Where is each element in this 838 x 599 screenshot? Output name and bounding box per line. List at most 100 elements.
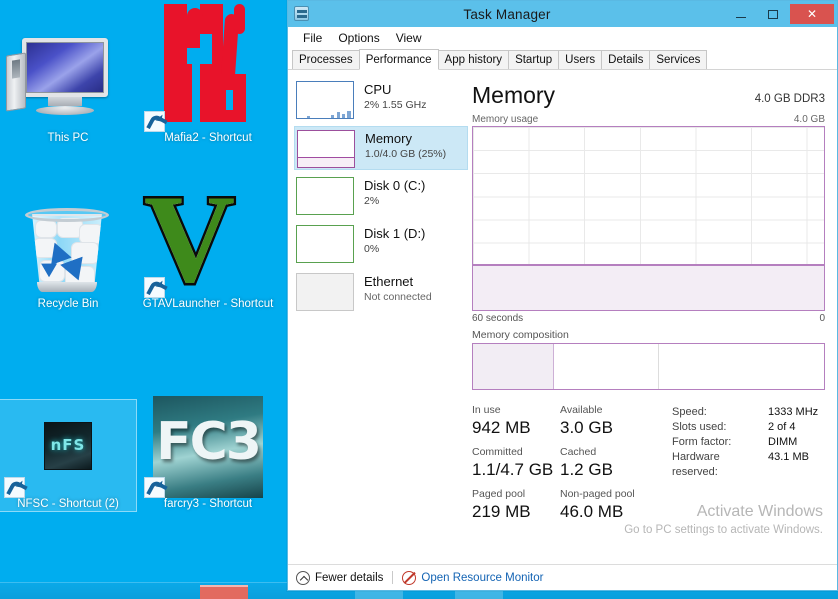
stat-label: Cached — [560, 446, 597, 458]
menu-bar[interactable]: File Options View — [288, 27, 837, 49]
desktop-icon-farcry3[interactable]: FC3 farcry3 - Shortcut — [140, 396, 276, 511]
minimize-button[interactable] — [726, 4, 756, 24]
maximize-button[interactable] — [758, 4, 788, 24]
tab-processes[interactable]: Processes — [292, 50, 360, 69]
memory-thumbnail-graph — [297, 130, 355, 168]
stat-available: Available 3.0 GB — [560, 403, 648, 438]
shortcut-arrow-icon — [144, 277, 165, 298]
sidebar-item-title: Memory — [365, 131, 412, 146]
stat-in-use: In use 942 MB — [472, 403, 560, 438]
tab-details[interactable]: Details — [601, 50, 651, 69]
sidebar-item-title: Ethernet — [364, 274, 414, 289]
fewer-details-label: Fewer details — [315, 571, 384, 584]
graph-time-label: 60 seconds — [472, 313, 524, 324]
status-bar: Fewer details Open Resource Monitor — [288, 564, 837, 590]
sidebar-item-title: Disk 1 (D:) — [364, 226, 426, 241]
memory-total-spec: 4.0 GB DDR3 — [754, 93, 825, 105]
sidebar-item-sub: 2% — [364, 195, 380, 207]
title-bar[interactable]: Task Manager ✕ — [288, 1, 837, 27]
shortcut-arrow-icon — [4, 477, 25, 498]
taskbar-button[interactable] — [200, 585, 248, 599]
mafia2-logo-icon — [140, 4, 276, 132]
shortcut-arrow-icon — [144, 477, 165, 498]
sidebar-item-disk-1[interactable]: Disk 1 (D:) 0% — [294, 222, 468, 266]
stat-value: 1.2 GB — [560, 460, 613, 479]
stat-label: Non-paged pool — [560, 488, 635, 500]
graph-max-label: 4.0 GB — [793, 114, 825, 125]
desktop-icon-gtavlauncher[interactable]: V GTAVLauncher - Shortcut — [140, 170, 276, 311]
nfs-logo-icon: nFS — [0, 400, 136, 498]
open-resource-monitor-link[interactable]: Open Resource Monitor — [402, 570, 543, 585]
close-button[interactable]: ✕ — [790, 4, 834, 24]
sidebar-item-disk-0[interactable]: Disk 0 (C:) 2% — [294, 174, 468, 218]
composition-segment-free — [659, 344, 824, 389]
sidebar-item-cpu[interactable]: CPU 2% 1.55 GHz — [294, 78, 468, 122]
spec-hardware-reserved: Hardware reserved: 43.1 MB — [672, 451, 809, 478]
task-manager-icon — [294, 6, 309, 21]
sidebar-item-title: CPU — [364, 82, 392, 97]
tab-startup[interactable]: Startup — [508, 50, 560, 69]
recycle-bin-icon — [0, 200, 136, 298]
desktop-icon-label: Recycle Bin — [37, 298, 99, 310]
tab-performance[interactable]: Performance — [358, 49, 439, 70]
memory-hardware-specs: Speed: 1333 MHz Slots used: 2 of 4 Form … — [672, 403, 818, 529]
desktop-icon-label: Mafia2 - Shortcut — [164, 132, 252, 144]
page-title: Memory — [472, 82, 556, 108]
desktop-icon-nfsc[interactable]: nFS NFSC - Shortcut (2) — [0, 399, 137, 512]
stat-paged-pool: Paged pool 219 MB — [472, 487, 560, 522]
desktop-icon-recycle-bin[interactable]: Recycle Bin — [0, 200, 136, 311]
sidebar-item-sub: 2% 1.55 GHz — [364, 99, 427, 111]
memory-composition-bar[interactable] — [472, 343, 825, 390]
memory-statistics: In use 942 MB Available 3.0 GB Committed… — [472, 403, 825, 529]
menu-item-file[interactable]: File — [295, 31, 330, 45]
sidebar-item-title: Disk 0 (C:) — [364, 178, 426, 193]
composition-label: Memory composition — [472, 329, 569, 341]
stat-label: Committed — [472, 446, 523, 458]
graph-axis-bottom: 60 seconds 0 — [472, 313, 825, 324]
resource-list[interactable]: CPU 2% 1.55 GHz Memory 1.0/4.0 GB (25%) … — [288, 70, 468, 564]
disk1-thumbnail-graph — [296, 225, 354, 263]
stat-value: 3.0 GB — [560, 418, 613, 437]
tab-services[interactable]: Services — [649, 50, 708, 69]
task-manager-window[interactable]: Task Manager ✕ File Options View Process… — [287, 0, 838, 591]
memory-header: Memory 4.0 GB DDR3 — [472, 82, 825, 108]
shortcut-arrow-icon — [144, 111, 165, 132]
disk0-thumbnail-graph — [296, 177, 354, 215]
graph-axis-top: Memory usage 4.0 GB — [472, 114, 825, 125]
menu-item-options[interactable]: Options — [330, 31, 387, 45]
composition-segment-in-use — [473, 344, 554, 389]
stat-label: In use — [472, 404, 501, 416]
cpu-thumbnail-graph — [296, 81, 354, 119]
desktop-icon-label: NFSC - Shortcut (2) — [17, 498, 119, 510]
window-title: Task Manager — [463, 6, 551, 22]
stat-label: Available — [560, 404, 603, 416]
resource-monitor-icon — [402, 570, 417, 585]
ethernet-thumbnail-graph — [296, 273, 354, 311]
nfs-tile-text: nFS — [50, 436, 86, 454]
gtav-logo-icon: V — [142, 170, 238, 309]
menu-item-view[interactable]: View — [388, 31, 430, 45]
desktop-icon-label: farcry3 - Shortcut — [163, 498, 253, 510]
sidebar-item-memory[interactable]: Memory 1.0/4.0 GB (25%) — [294, 126, 468, 170]
spec-form-factor: Form factor: DIMM — [672, 436, 798, 448]
fc3-tile-text: FC3 — [156, 412, 262, 472]
sidebar-item-ethernet[interactable]: Ethernet Not connected — [294, 270, 468, 314]
fewer-details-button[interactable]: Fewer details — [296, 570, 384, 585]
stat-label: Paged pool — [472, 488, 526, 500]
desktop-icon-mafia2[interactable]: Mafia2 - Shortcut — [140, 4, 276, 145]
farcry3-logo-icon: FC3 — [140, 396, 276, 498]
sidebar-item-sub: 0% — [364, 243, 380, 255]
chevron-up-circle-icon — [296, 570, 310, 585]
performance-detail-panel: Memory 4.0 GB DDR3 Memory usage 4.0 GB 6… — [468, 70, 837, 564]
stat-committed: Committed 1.1/4.7 GB — [472, 445, 560, 480]
tab-strip[interactable]: Processes Performance App history Startu… — [288, 49, 837, 70]
sidebar-item-sub: 1.0/4.0 GB (25%) — [365, 148, 447, 160]
footer-divider — [392, 571, 394, 584]
tab-app-history[interactable]: App history — [437, 50, 510, 69]
stat-non-paged-pool: Non-paged pool 46.0 MB — [560, 487, 648, 522]
computer-icon — [0, 34, 136, 132]
memory-usage-graph — [472, 126, 825, 311]
desktop-icon-this-pc[interactable]: This PC — [0, 34, 136, 145]
memory-stats-grid: In use 942 MB Available 3.0 GB Committed… — [472, 403, 648, 529]
tab-users[interactable]: Users — [558, 50, 603, 69]
